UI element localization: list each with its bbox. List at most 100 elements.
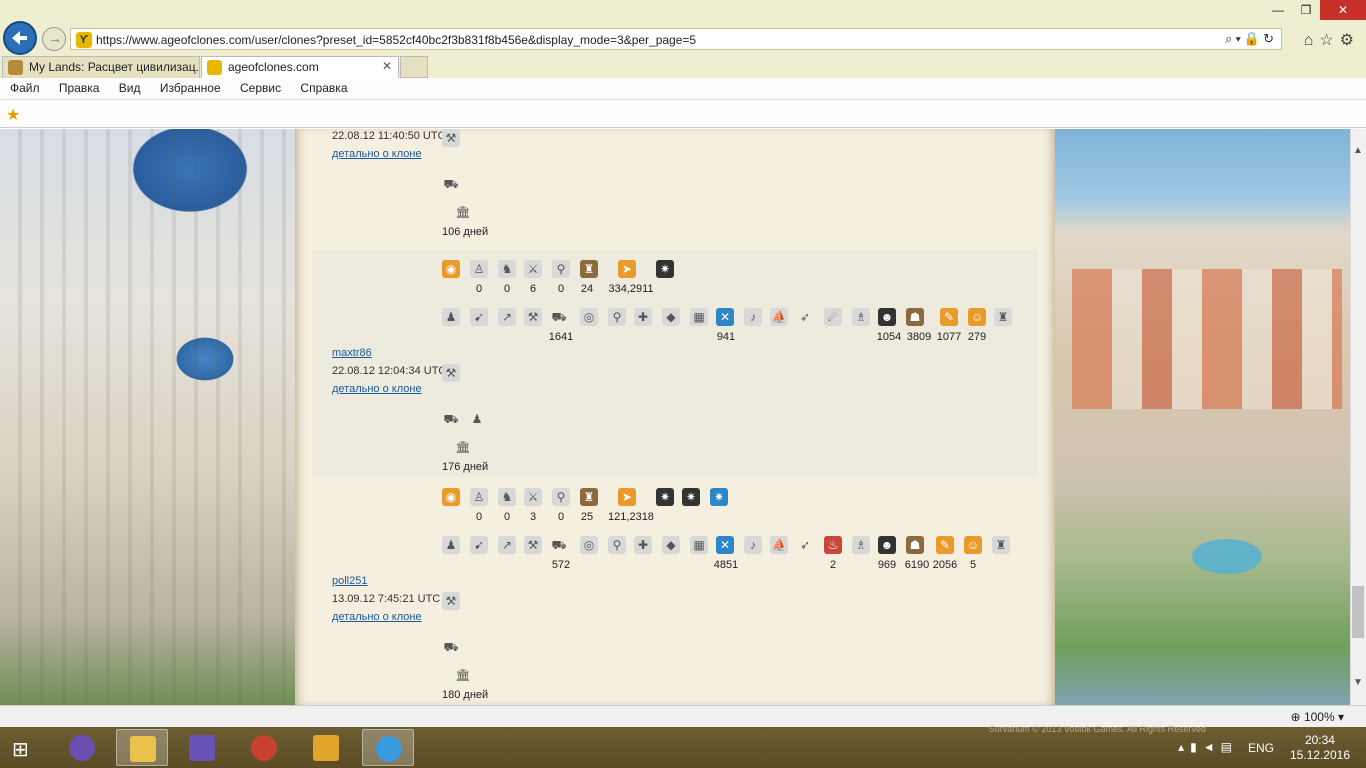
- cross-icon: ✚: [634, 536, 652, 554]
- network-icon[interactable]: ▤: [1221, 740, 1238, 754]
- refresh-icon[interactable]: ↻: [1263, 31, 1277, 46]
- res-value: 24: [580, 283, 594, 295]
- archer-icon: ➹: [470, 308, 488, 326]
- res-value: 334,2911: [608, 283, 654, 295]
- globe-icon: ◉: [442, 260, 460, 278]
- back-button[interactable]: [3, 21, 37, 55]
- pickaxe-icon: ⚔: [524, 260, 542, 278]
- guard-icon: ☗: [906, 308, 924, 326]
- system-tray-icons[interactable]: ▴▮◄▤: [1178, 740, 1238, 754]
- bolt-app-icon: [313, 735, 339, 761]
- start-button[interactable]: ⊞: [0, 729, 52, 766]
- tab-mylands[interactable]: My Lands: Расцвет цивилизац...: [2, 56, 200, 78]
- gear-icon[interactable]: ⚙: [1340, 32, 1360, 49]
- internet-explorer-icon: [376, 736, 402, 762]
- add-favorite-icon[interactable]: ★: [6, 105, 20, 125]
- building-icon: 🏛: [455, 668, 471, 682]
- taskbar-app[interactable]: [56, 729, 108, 766]
- res-value: 121,2318: [608, 511, 654, 523]
- taskbar: ⊞ Survarium © 2013 Vostok Games. All Rig…: [0, 724, 1366, 768]
- browser-toolbar-icons: ⌂☆⚙: [1304, 30, 1360, 50]
- home-icon[interactable]: ⌂: [1304, 32, 1320, 49]
- tab-ageofclones[interactable]: ageofclones.com ✕: [201, 56, 399, 78]
- clone-detail-link[interactable]: детально о клоне: [332, 383, 422, 395]
- merchant-icon: ♜: [580, 260, 598, 278]
- speaker-app-icon: [251, 735, 277, 761]
- res-value: 25: [580, 511, 594, 523]
- favorites-star-icon[interactable]: ☆: [1319, 32, 1339, 49]
- menu-favorites[interactable]: Избранное: [150, 78, 221, 95]
- scroll-icon: ✎: [940, 308, 958, 326]
- crossed-swords-icon: ✕: [716, 536, 734, 554]
- minimize-button[interactable]: —: [1264, 0, 1292, 20]
- battery-icon[interactable]: ▮: [1190, 740, 1203, 754]
- miner-icon: ⚒: [524, 308, 542, 326]
- clone-detail-link[interactable]: детально о клоне: [332, 148, 422, 160]
- new-tab-button[interactable]: [400, 56, 428, 78]
- taskbar-app[interactable]: [300, 729, 352, 766]
- menu-edit[interactable]: Правка: [49, 78, 100, 95]
- url-text[interactable]: https://www.ageofclones.com/user/clones?…: [96, 33, 696, 47]
- address-actions[interactable]: ⌕▾🔒↻: [1225, 31, 1277, 47]
- taskbar-app[interactable]: [238, 729, 290, 766]
- scrollbar-thumb[interactable]: [1352, 586, 1364, 638]
- quest-badge-icon: ✷: [682, 488, 700, 506]
- clone-date: 13.09.12 7:45:21 UTC: [332, 593, 441, 605]
- spear-icon: ↗: [498, 308, 516, 326]
- restore-button[interactable]: ❐: [1292, 0, 1320, 20]
- menu-view[interactable]: Вид: [109, 78, 141, 95]
- menu-tools[interactable]: Сервис: [230, 78, 281, 95]
- knight-icon: ♞: [498, 488, 516, 506]
- troops-icon: ♟: [471, 412, 483, 426]
- guard-icon: ☗: [906, 536, 924, 554]
- tab-strip: My Lands: Расцвет цивилизац... ageofclon…: [0, 56, 1366, 78]
- taskbar-app-ie[interactable]: [362, 729, 414, 766]
- forward-button[interactable]: [42, 27, 66, 51]
- search-icon[interactable]: ⌕: [1225, 31, 1235, 46]
- menu-help[interactable]: Справка: [290, 78, 347, 95]
- close-tab-icon[interactable]: ✕: [382, 59, 392, 73]
- taskbar-app[interactable]: [116, 729, 168, 766]
- unit-value: 941: [716, 331, 736, 343]
- cannon-icon: ⚲: [552, 488, 570, 506]
- hammer-icon: ⚒: [442, 364, 460, 382]
- cart-icon: ⛟: [443, 177, 459, 191]
- scroll-up-icon[interactable]: ▲: [1350, 143, 1366, 159]
- building-icon: 🏛: [455, 440, 471, 454]
- input-language[interactable]: ENG: [1248, 741, 1274, 755]
- ageofclones-favicon-icon: [207, 60, 222, 75]
- clone-user-link[interactable]: maxtr86: [332, 347, 372, 359]
- worker-icon: ♟: [442, 536, 460, 554]
- clone-user-link[interactable]: poll251: [332, 575, 367, 587]
- quest-badge-blue-icon: ✷: [710, 488, 728, 506]
- menu-file[interactable]: Файл: [0, 78, 40, 95]
- chevron-up-icon[interactable]: ▴: [1178, 740, 1190, 754]
- horn-icon: ♪: [744, 308, 762, 326]
- close-button[interactable]: ✕: [1320, 0, 1366, 20]
- soldier-icon: ♙: [470, 260, 488, 278]
- chevron-down-icon[interactable]: ▾: [1235, 31, 1243, 46]
- taskbar-app[interactable]: [176, 729, 228, 766]
- clone-detail-link[interactable]: детально о клоне: [332, 611, 422, 623]
- knight-icon: ♞: [498, 260, 516, 278]
- unit-value: 572: [551, 559, 571, 571]
- address-bar[interactable]: ϒ https://www.ageofclones.com/user/clone…: [70, 28, 1282, 50]
- system-clock[interactable]: 20:34 15.12.2016: [1290, 733, 1350, 763]
- catapult-icon: ⛟: [551, 310, 567, 324]
- site-favicon-icon: ϒ: [76, 32, 92, 48]
- clone-date: 22.08.12 11:40:50 UTC: [332, 130, 446, 142]
- volume-icon[interactable]: ◄: [1203, 740, 1221, 754]
- scroll-down-icon[interactable]: ▼: [1350, 675, 1366, 691]
- windows-logo-icon: ⊞: [12, 739, 29, 761]
- file-explorer-icon: [130, 736, 156, 762]
- hammer-icon: ⚒: [442, 129, 460, 147]
- hooded-icon: ♜: [992, 536, 1010, 554]
- crossed-swords-icon: ✕: [716, 308, 734, 326]
- catapult-icon: ⛟: [551, 538, 567, 552]
- lock-icon[interactable]: 🔒: [1244, 31, 1263, 46]
- zoom-control[interactable]: ⊕ 100% ▾: [1291, 710, 1344, 724]
- thief-icon: ☻: [878, 536, 896, 554]
- monk-icon: ☺: [968, 308, 986, 326]
- unit-value: 2: [829, 559, 837, 571]
- mylands-favicon-icon: [8, 60, 23, 75]
